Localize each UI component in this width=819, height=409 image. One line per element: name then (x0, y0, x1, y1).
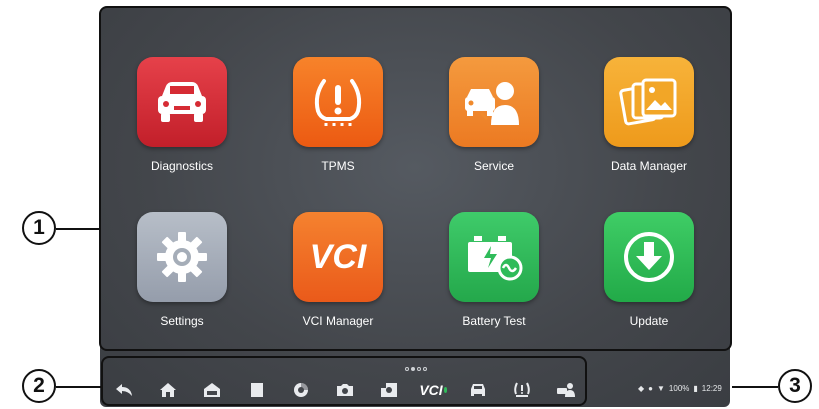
car-front-icon (137, 57, 227, 147)
callout-leader (56, 386, 102, 388)
app-label: Update (629, 314, 669, 328)
service-person-icon (449, 57, 539, 147)
home-icon[interactable] (154, 378, 182, 402)
notification-icon: ◆ (638, 384, 645, 393)
wifi-icon: ▼ (657, 384, 665, 393)
tire-warning-icon (293, 57, 383, 147)
app-data-manager[interactable]: Data Manager (589, 57, 709, 173)
car-home-icon[interactable] (198, 378, 226, 402)
app-label: Settings (160, 314, 204, 328)
app-vci-manager[interactable]: VCI VCI Manager (278, 212, 398, 328)
app-tpms[interactable]: TPMS (278, 57, 398, 173)
camera-icon[interactable] (331, 378, 359, 402)
callout-2: 2 (22, 369, 56, 403)
clock: 12:29 (701, 384, 722, 393)
page-dot (405, 367, 409, 371)
vci-nav-icon[interactable]: VCI (419, 378, 448, 402)
callout-3: 3 (778, 369, 812, 403)
vci-status-dot (443, 387, 448, 393)
battery-level: 100% (668, 384, 690, 393)
download-arrow-icon (604, 212, 694, 302)
tpms-nav-icon[interactable] (508, 378, 536, 402)
app-settings[interactable]: Settings (122, 212, 242, 328)
status-bar: ◆ ● ▼ 100% ▮ 12:29 (638, 384, 722, 393)
app-service[interactable]: Service (434, 57, 554, 173)
app-label: Battery Test (462, 314, 526, 328)
gear-icon (137, 212, 227, 302)
back-icon[interactable] (110, 378, 138, 402)
vci-icon: VCI (293, 212, 383, 302)
callout-leader (732, 386, 778, 388)
battery-icon (449, 212, 539, 302)
app-label: TPMS (321, 159, 355, 173)
navigation-bar: VCI (110, 378, 580, 402)
callout-1: 1 (22, 211, 56, 245)
sync-icon: ● (648, 384, 653, 393)
app-label: Data Manager (610, 159, 688, 173)
app-label: Diagnostics (150, 159, 214, 173)
battery-status-icon: ▮ (693, 384, 698, 393)
app-diagnostics[interactable]: Diagnostics (122, 57, 242, 173)
vci-nav-label: VCI (419, 382, 443, 398)
page-indicator (405, 367, 427, 371)
app-label: VCI Manager (302, 314, 374, 328)
screenshot-icon[interactable] (375, 378, 403, 402)
photo-gallery-icon (604, 57, 694, 147)
service-nav-icon[interactable] (552, 378, 580, 402)
app-label: Service (473, 159, 514, 173)
page-dot (417, 367, 421, 371)
recent-apps-icon[interactable] (243, 378, 271, 402)
app-update[interactable]: Update (589, 212, 709, 328)
browser-icon[interactable] (287, 378, 315, 402)
app-battery-test[interactable]: Battery Test (434, 212, 554, 328)
page-dot (411, 367, 415, 371)
callout-leader (56, 228, 100, 230)
vci-glyph: VCI (309, 237, 367, 276)
car-nav-icon[interactable] (464, 378, 492, 402)
page-dot (423, 367, 427, 371)
